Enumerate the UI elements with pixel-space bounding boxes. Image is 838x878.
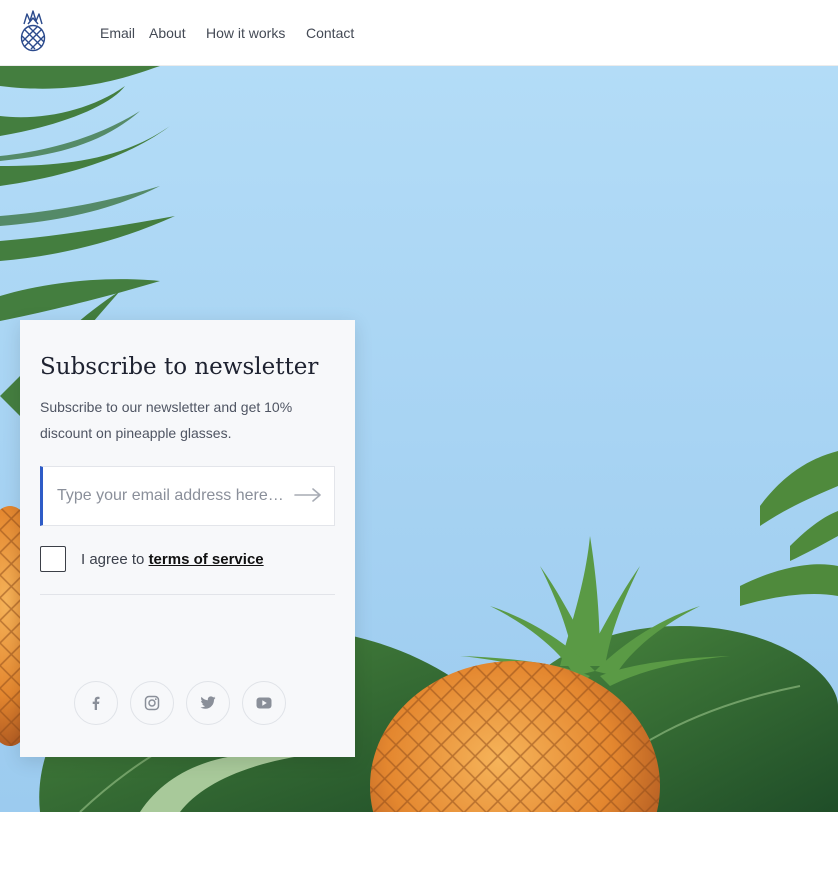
facebook-icon (92, 696, 100, 710)
email-input-group (40, 466, 335, 526)
agree-prefix-text: I agree to (81, 551, 145, 568)
newsletter-card: Subscribe to newsletter Subscribe to our… (20, 320, 355, 757)
terms-checkbox[interactable] (40, 546, 66, 572)
top-navigation-bar: Email About How it works Contact (0, 0, 838, 66)
email-input[interactable] (57, 467, 285, 525)
terms-of-service-link[interactable]: terms of service (149, 551, 264, 568)
nav-link-how-it-works[interactable]: How it works (206, 25, 285, 41)
youtube-icon (256, 697, 272, 709)
nav-link-about[interactable]: About (149, 25, 186, 41)
hero-section: Subscribe to newsletter Subscribe to our… (0, 66, 838, 812)
subscribe-submit-button[interactable] (288, 479, 328, 513)
facebook-button[interactable] (74, 681, 118, 725)
arrow-right-icon (294, 487, 321, 502)
youtube-button[interactable] (242, 681, 286, 725)
twitter-icon (200, 696, 216, 709)
terms-agreement-label: I agree to terms of service (81, 551, 264, 569)
nav-link-contact[interactable]: Contact (306, 25, 354, 41)
newsletter-description: Subscribe to our newsletter and get 10% … (40, 399, 293, 441)
instagram-icon (144, 695, 160, 711)
nav-link-email[interactable]: Email (100, 25, 135, 41)
twitter-button[interactable] (186, 681, 230, 725)
card-divider (40, 594, 335, 595)
newsletter-title: Subscribe to newsletter (40, 354, 319, 380)
pineapple-logo-icon[interactable] (18, 10, 48, 52)
instagram-button[interactable] (130, 681, 174, 725)
